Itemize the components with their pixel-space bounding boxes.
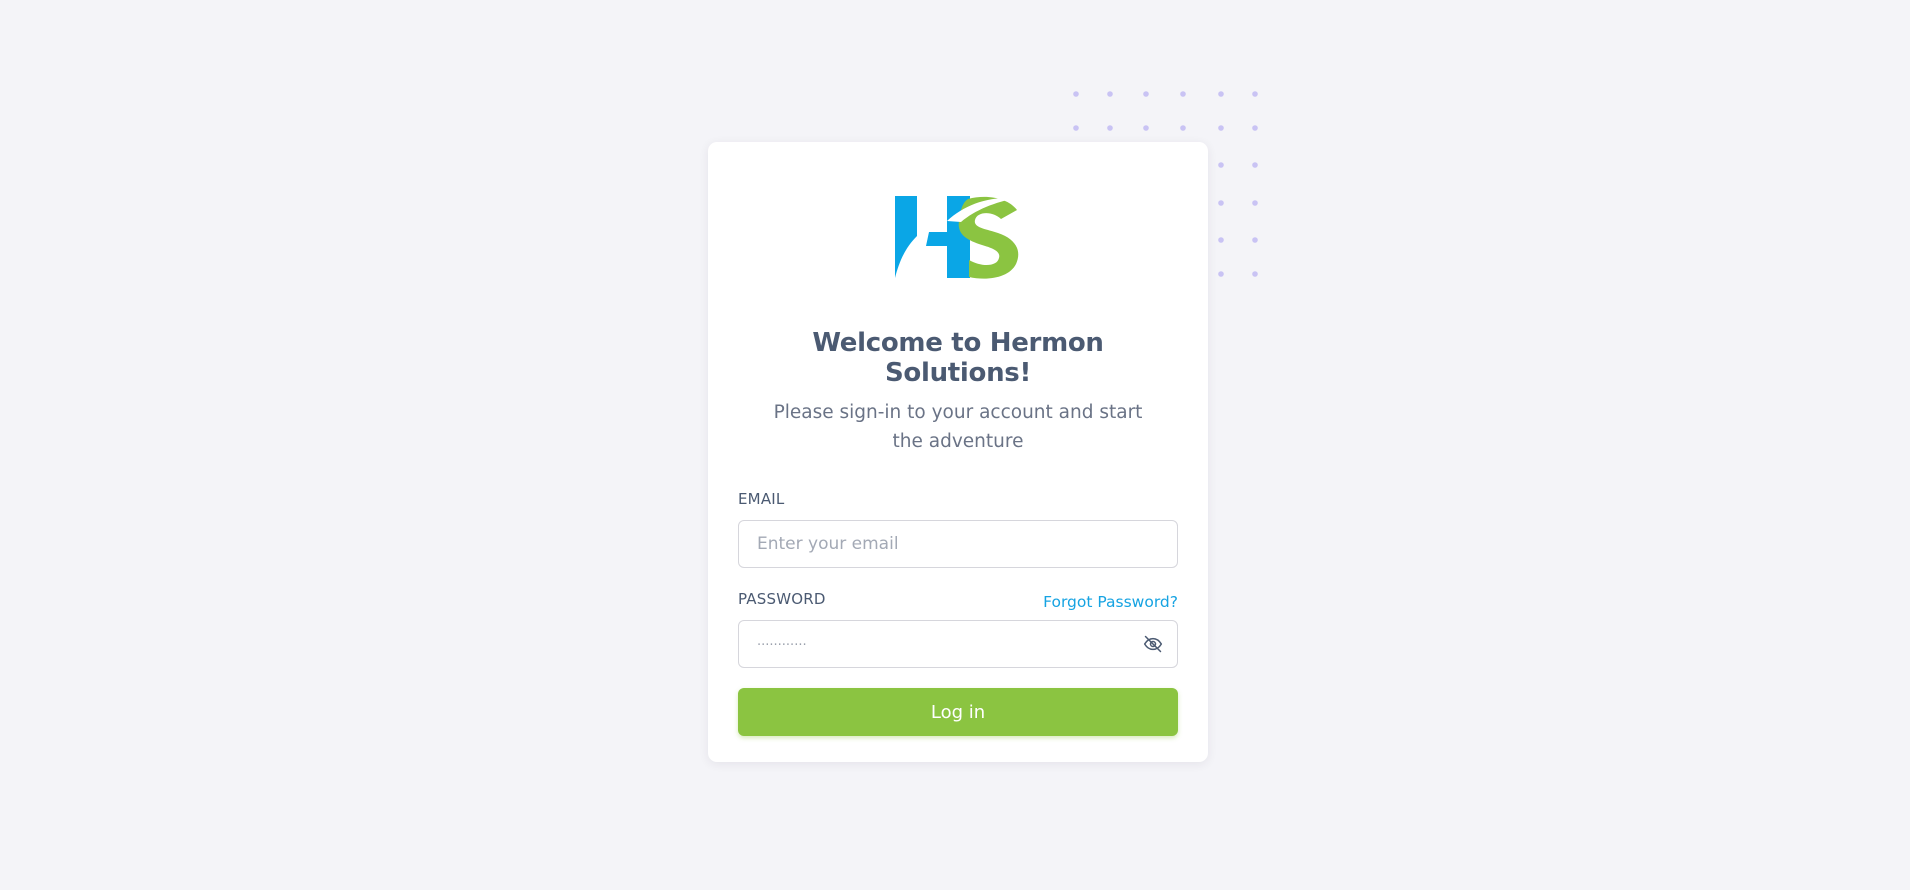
hermon-solutions-logo (895, 196, 1019, 279)
password-field-container (738, 620, 1178, 668)
password-label: PASSWORD (738, 590, 826, 608)
email-label: EMAIL (738, 490, 785, 508)
page-subtitle: Please sign-in to your account and start… (773, 402, 1143, 452)
page-title: Welcome to Hermon Solutions! (812, 328, 1104, 388)
eye-off-icon[interactable] (1143, 634, 1163, 654)
forgot-password-link[interactable]: Forgot Password? (1043, 593, 1178, 611)
login-card: Welcome to Hermon Solutions! Please sign… (708, 142, 1208, 762)
email-label-row: EMAIL (738, 490, 1178, 508)
password-input[interactable] (757, 634, 1143, 654)
email-field-container (738, 520, 1178, 568)
email-input[interactable] (757, 534, 1159, 554)
login-button[interactable]: Log in (738, 688, 1178, 736)
password-label-row: PASSWORD Forgot Password? (738, 590, 1178, 611)
